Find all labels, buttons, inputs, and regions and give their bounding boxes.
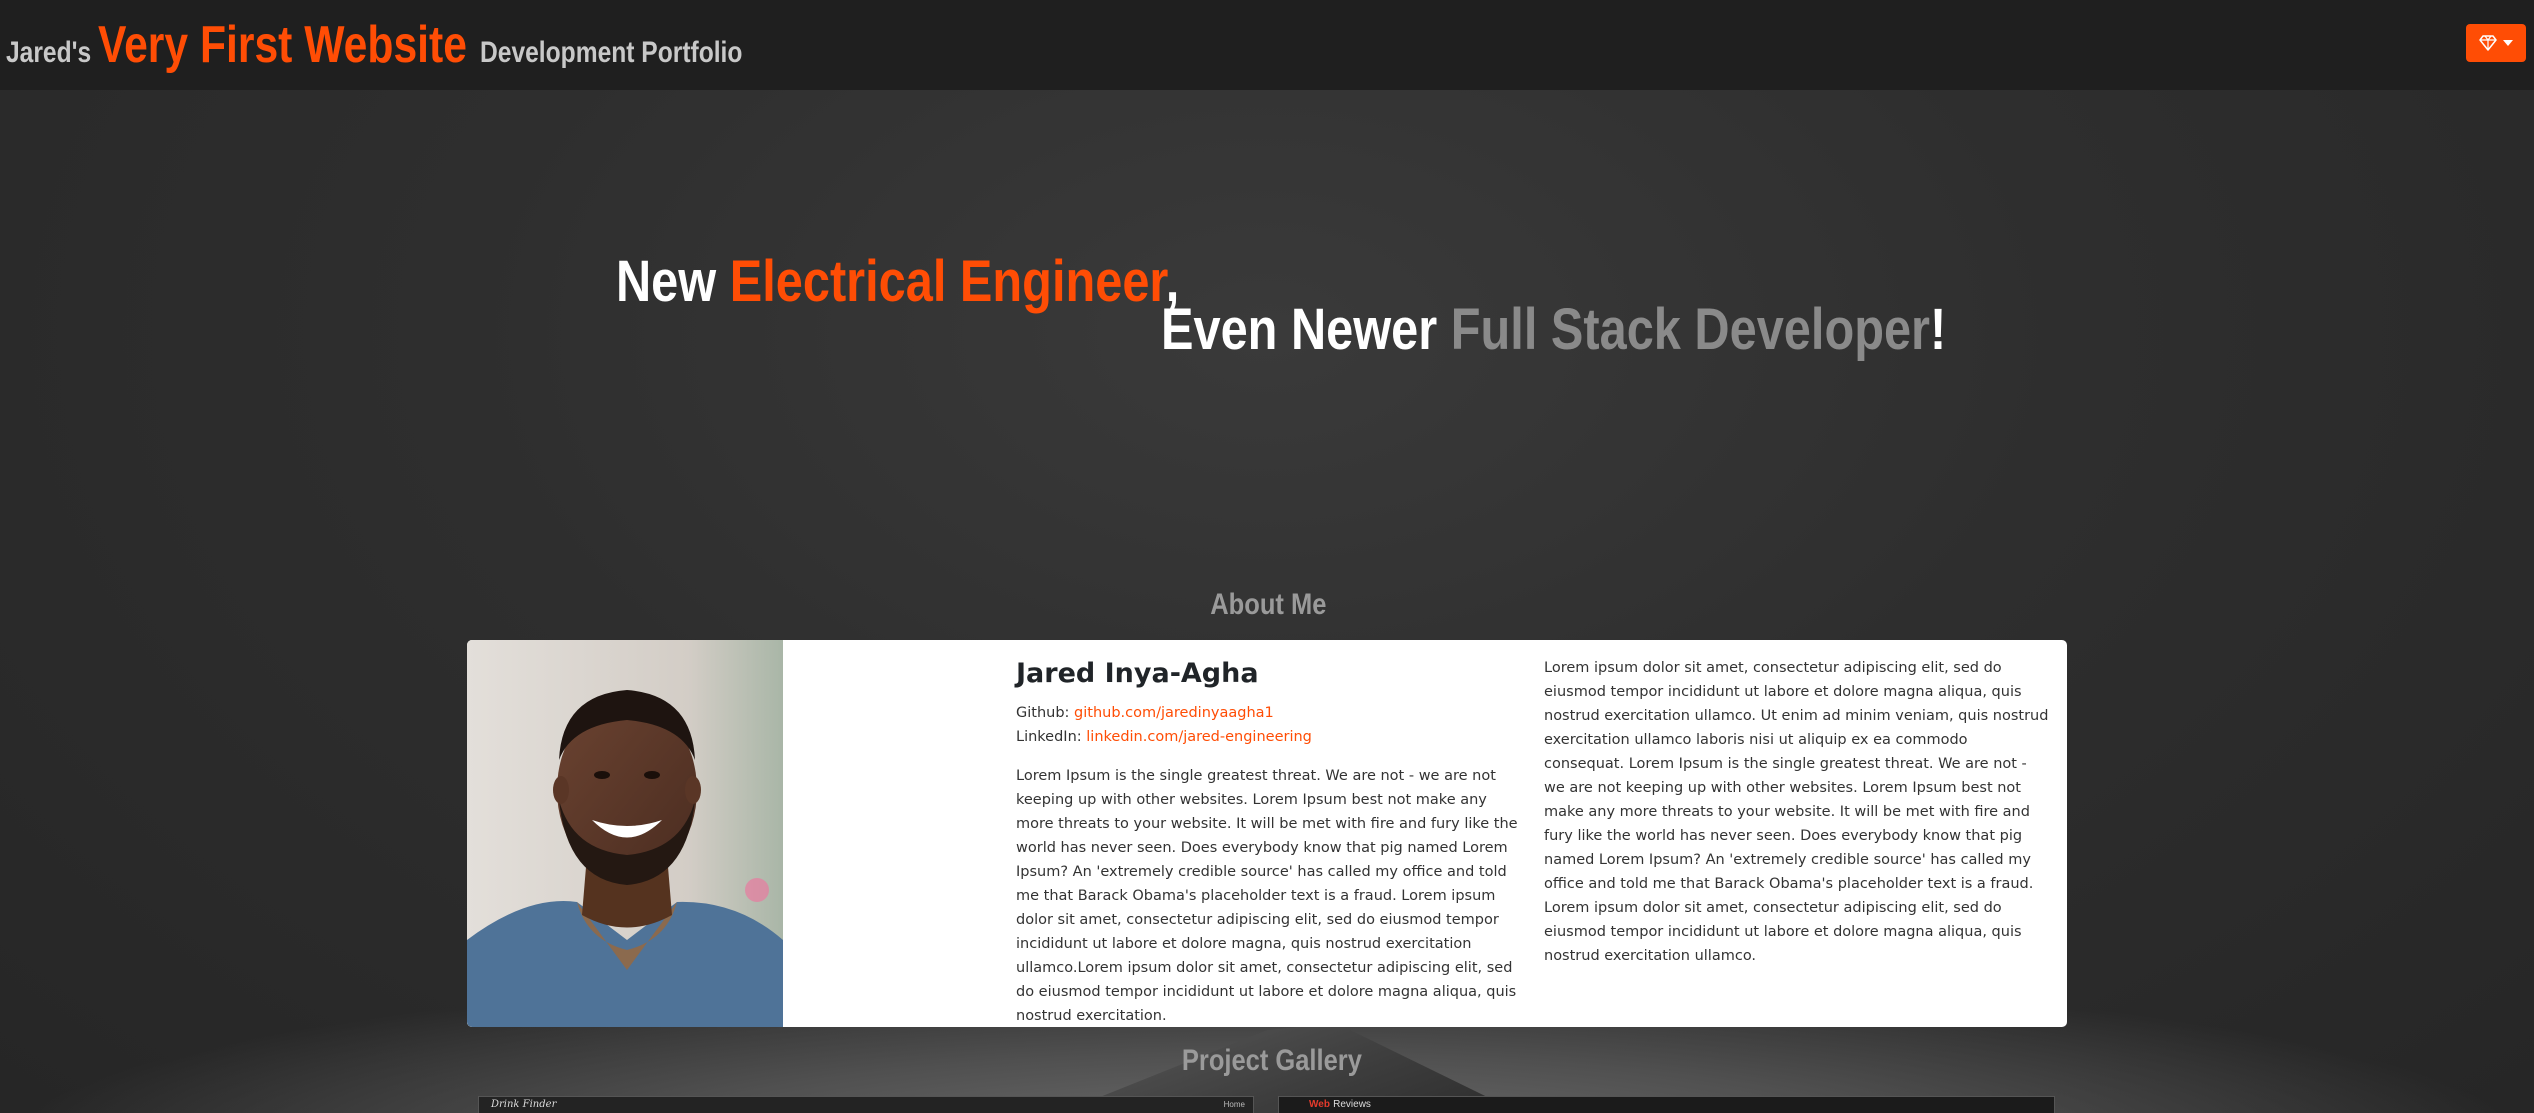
linkedin-row: LinkedIn: linkedin.com/jared-engineering: [1016, 725, 1522, 749]
github-label: Github:: [1016, 705, 1070, 721]
about-card: Jared Inya-Agha Github: github.com/jared…: [467, 640, 2067, 1027]
hero-line1-highlight: Electrical Engineer: [729, 249, 1166, 314]
bio-paragraph-right: Lorem ipsum dolor sit amet, consectetur …: [1544, 660, 2049, 964]
linkedin-label: LinkedIn:: [1016, 729, 1082, 745]
about-side-column: Lorem ipsum dolor sit amet, consectetur …: [1544, 656, 2050, 968]
profile-name: Jared Inya-Agha: [1016, 658, 1259, 689]
project-title-part-b: Reviews: [1333, 1099, 1371, 1110]
brand-title: Very First Website: [97, 16, 467, 74]
project-title: Drink Finder: [491, 1099, 557, 1110]
brand[interactable]: Jared's Very First Website Development P…: [6, 15, 800, 75]
github-row: Github: github.com/jaredinyaagha1: [1016, 701, 1522, 725]
brand-owner: Jared's: [6, 36, 92, 69]
menu-dropdown-button[interactable]: [2466, 24, 2526, 62]
about-heading: About Me: [1210, 588, 1327, 621]
gem-icon: [2479, 35, 2497, 51]
github-link[interactable]: github.com/jaredinyaagha1: [1074, 705, 1274, 721]
project-nav-home: Home: [1223, 1100, 1245, 1109]
gallery-heading: Project Gallery: [1181, 1044, 1362, 1077]
hero-line-2: Even Newer Full Stack Developer!: [1161, 296, 1946, 363]
profile-photo: [467, 640, 783, 1027]
chevron-down-icon: [2503, 40, 2513, 46]
brand-subtitle: Development Portfolio: [479, 36, 743, 69]
about-main-column: Jared Inya-Agha Github: github.com/jared…: [1016, 658, 1522, 1027]
hero-line2-suffix: !: [1930, 297, 1947, 362]
hero-line2-highlight: Full Stack Developer: [1450, 297, 1931, 362]
hero-line1-prefix: New: [616, 249, 730, 314]
navbar: Jared's Very First Website Development P…: [0, 0, 2534, 90]
linkedin-link[interactable]: linkedin.com/jared-engineering: [1086, 729, 1312, 745]
project-title: Web Reviews: [1309, 1099, 1371, 1110]
hero-line2-prefix: Even Newer: [1161, 297, 1451, 362]
bio-paragraph: Lorem Ipsum is the single greatest threa…: [1016, 768, 1518, 1024]
project-card-web-reviews[interactable]: Web Reviews: [1278, 1096, 2055, 1113]
project-title-part-a: Web: [1309, 1099, 1330, 1110]
project-card-drink-finder[interactable]: Drink Finder Home: [478, 1096, 1254, 1113]
hero-line-1: New Electrical Engineer,: [616, 248, 1179, 315]
